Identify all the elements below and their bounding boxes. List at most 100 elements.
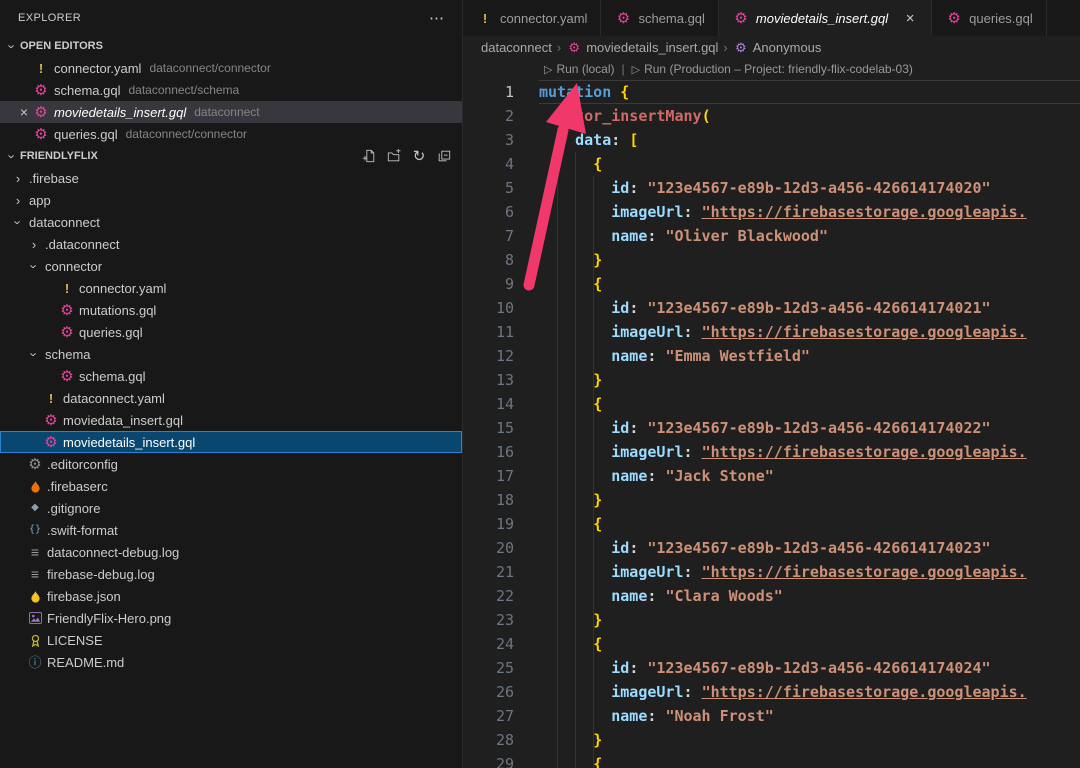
breadcrumb-item-moviedetails_insert.gql[interactable]: ⚙ moviedetails_insert.gql (566, 40, 718, 55)
tree-file-moviedata_insert.gql[interactable]: ⚙moviedata_insert.gql (0, 409, 462, 431)
file-name: connector.yaml (54, 61, 141, 76)
close-icon[interactable]: × (16, 104, 32, 120)
code-text: } (539, 488, 602, 512)
file-label: dataconnect (29, 215, 100, 230)
file-label: schema (45, 347, 91, 362)
code-area[interactable]: 1mutation {2 actor_insertMany(3 data: [4… (463, 80, 1080, 768)
line-number: 16 (463, 440, 539, 464)
open-editor-item[interactable]: ⚙schema.gqldataconnect/schema (0, 79, 462, 101)
open-editor-item[interactable]: ⚙queries.gqldataconnect/connector (0, 123, 462, 145)
explorer-actions: ↻ (361, 148, 452, 164)
file-name: schema.gql (54, 83, 120, 98)
tree-file-dataconnect-debug.log[interactable]: ≡dataconnect-debug.log (0, 541, 462, 563)
tree-file-README.md[interactable]: ⓘREADME.md (0, 651, 462, 673)
tree-file-schema.gql[interactable]: ⚙schema.gql (0, 365, 462, 387)
tree-file-.editorconfig[interactable]: ⚙.editorconfig (0, 453, 462, 475)
code-text: { (539, 272, 602, 296)
diamond-icon: ◆ (26, 503, 44, 513)
tree-file-firebase-debug.log[interactable]: ≡firebase-debug.log (0, 563, 462, 585)
code-text: name: "Jack Stone" (539, 464, 774, 488)
line-number: 13 (463, 368, 539, 392)
code-text: { (539, 512, 602, 536)
tab-queries.gql[interactable]: ⚙queries.gql (932, 0, 1047, 36)
tree-file-.firebaserc[interactable]: .firebaserc (0, 475, 462, 497)
tree-file-dataconnect.yaml[interactable]: !dataconnect.yaml (0, 387, 462, 409)
warning-icon: ! (58, 282, 76, 295)
breadcrumb-label: moviedetails_insert.gql (586, 40, 718, 55)
license-icon (26, 634, 44, 647)
code-text: } (539, 248, 602, 272)
line-number: 11 (463, 320, 539, 344)
close-icon[interactable]: × (902, 10, 918, 27)
file-label: connector (45, 259, 102, 274)
chevron-down-icon: › (11, 214, 26, 230)
tree-folder-app[interactable]: ›app (0, 189, 462, 211)
file-label: app (29, 193, 51, 208)
tree-file-.swift-format[interactable]: {}.swift-format (0, 519, 462, 541)
tree-file-connector.yaml[interactable]: !connector.yaml (0, 277, 462, 299)
code-line-2: 2 actor_insertMany( (463, 104, 1080, 128)
file-label: dataconnect-debug.log (47, 545, 179, 560)
tree-file-queries.gql[interactable]: ⚙queries.gql (0, 321, 462, 343)
tree-folder-.dataconnect[interactable]: ›.dataconnect (0, 233, 462, 255)
open-editors-header[interactable]: › OPEN EDITORS (0, 35, 462, 57)
tree-file-firebase.json[interactable]: firebase.json (0, 585, 462, 607)
run-production-button[interactable]: ▷ Run (Production – Project: friendly-fl… (632, 62, 913, 76)
tree-folder-dataconnect[interactable]: ›dataconnect (0, 211, 462, 233)
code-text: name: "Noah Frost" (539, 704, 774, 728)
tree-folder-schema[interactable]: ›schema (0, 343, 462, 365)
graphql-icon: ⚙ (32, 83, 50, 98)
tab-schema.gql[interactable]: ⚙schema.gql (601, 0, 718, 36)
open-editors-label: OPEN EDITORS (20, 40, 103, 52)
code-line-22: 22 name: "Clara Woods" (463, 584, 1080, 608)
file-label: .firebaserc (47, 479, 108, 494)
code-text: imageUrl: "https://firebasestorage.googl… (539, 200, 1027, 224)
more-actions-icon[interactable]: ⋯ (429, 9, 444, 27)
tab-moviedetails_insert.gql[interactable]: ⚙moviedetails_insert.gql× (719, 0, 932, 36)
line-number: 17 (463, 464, 539, 488)
run-local-label: Run (local) (556, 62, 614, 76)
graphql-icon: ⚙ (42, 413, 60, 428)
tree-file-moviedetails_insert.gql[interactable]: ⚙moviedetails_insert.gql (0, 431, 462, 453)
tab-connector.yaml[interactable]: !connector.yaml (463, 0, 601, 36)
chevron-right-icon: › (554, 40, 564, 55)
line-number: 7 (463, 224, 539, 248)
graphql-icon: ⚙ (58, 369, 76, 384)
code-text: { (539, 632, 602, 656)
tree-file-mutations.gql[interactable]: ⚙mutations.gql (0, 299, 462, 321)
new-file-icon[interactable] (361, 148, 377, 164)
line-number: 2 (463, 104, 539, 128)
workspace-header[interactable]: › FRIENDLYFLIX ↻ (0, 145, 462, 167)
code-lines: 1mutation {2 actor_insertMany(3 data: [4… (463, 80, 1080, 768)
refresh-icon[interactable]: ↻ (411, 148, 427, 164)
tree-file-FriendlyFlix-Hero.png[interactable]: FriendlyFlix-Hero.png (0, 607, 462, 629)
tree-file-LICENSE[interactable]: LICENSE (0, 629, 462, 651)
code-line-18: 18 } (463, 488, 1080, 512)
codelens-separator: | (622, 62, 625, 76)
tab-bar: !connector.yaml⚙schema.gql⚙moviedetails_… (463, 0, 1080, 36)
code-line-7: 7 name: "Oliver Blackwood" (463, 224, 1080, 248)
breadcrumb-item-dataconnect[interactable]: dataconnect (481, 40, 552, 55)
gear-icon: ⚙ (26, 457, 44, 472)
code-text: { (539, 152, 602, 176)
graphql-icon: ⚙ (566, 41, 582, 54)
collapse-all-icon[interactable] (436, 148, 452, 164)
code-line-19: 19 { (463, 512, 1080, 536)
code-text: } (539, 608, 602, 632)
new-folder-icon[interactable] (386, 148, 402, 164)
file-label: moviedetails_insert.gql (63, 435, 195, 450)
codelens: ▷ Run (local) | ▷ Run (Production – Proj… (463, 58, 1080, 80)
tree-file-.gitignore[interactable]: ◆.gitignore (0, 497, 462, 519)
code-text: data: [ (539, 128, 638, 152)
open-editor-item[interactable]: ×⚙moviedetails_insert.gqldataconnect (0, 101, 462, 123)
run-local-button[interactable]: ▷ Run (local) (544, 62, 615, 76)
breadcrumb-item-Anonymous[interactable]: ⚙Anonymous (733, 40, 822, 55)
code-text: imageUrl: "https://firebasestorage.googl… (539, 680, 1027, 704)
file-label: .dataconnect (45, 237, 119, 252)
code-text: id: "123e4567-e89b-12d3-a456-42661417402… (539, 176, 991, 200)
tree-folder-connector[interactable]: ›connector (0, 255, 462, 277)
tree-folder-.firebase[interactable]: ›.firebase (0, 167, 462, 189)
chevron-down-icon: › (5, 148, 20, 164)
code-text: { (539, 392, 602, 416)
open-editor-item[interactable]: !connector.yamldataconnect/connector (0, 57, 462, 79)
